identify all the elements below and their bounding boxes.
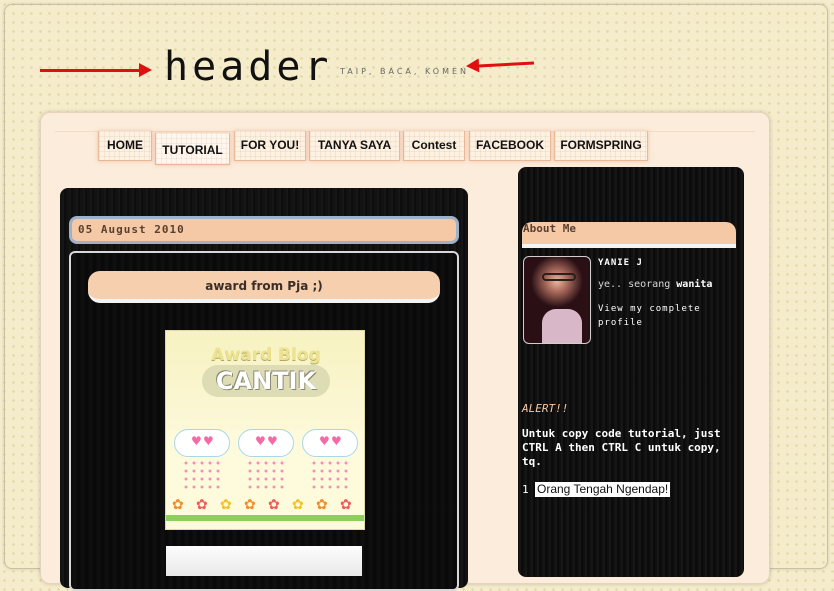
post-image-2[interactable] [166,546,362,576]
tab-formspring[interactable]: FORMSPRING [554,131,648,161]
tab-contest[interactable]: Contest [403,131,465,161]
flower-icon: ✿ [244,497,256,513]
cloud-heart-icon: ♥ ♥ [238,429,294,457]
cloud-heart-icon: ♥ ♥ [302,429,358,457]
blog-title[interactable]: header [164,44,333,90]
about-me-header: About Me [522,222,736,248]
profile-description: ye.. seorang wanita [598,279,712,290]
heart-rain [182,459,222,489]
heart-rain [310,459,350,489]
flower-icon: ✿ [292,497,304,513]
arrow-right-icon [40,63,152,77]
post-title[interactable]: award from Pja ;) [88,271,440,303]
copy-instructions: Untuk copy code tutorial, just CTRL A th… [522,427,721,468]
post-date-header: 05 August 2010 [69,216,459,244]
online-count: 1 [522,483,529,496]
flower-icon: ✿ [220,497,232,513]
profile-description-text: ye.. seorang [598,279,671,290]
tab-tutorial[interactable]: TUTORIAL [155,133,230,165]
flower-icon: ✿ [316,497,328,513]
avatar-glasses [542,273,576,281]
alert-text: ALERT!! [522,402,569,415]
flower-icon: ✿ [268,497,280,513]
flower-icon: ✿ [172,497,184,513]
tab-facebook[interactable]: FACEBOOK [469,131,551,161]
cloud-heart-icon: ♥ ♥ [174,429,230,457]
award-image[interactable]: Award Blog CANTIK ♥ ♥ ♥ ♥ ♥ ♥ ✿ ✿ ✿ ✿ ✿ ✿ ✿… [165,330,365,530]
flower-icon: ✿ [340,497,352,513]
online-label: Orang Tengah Ngendap! [535,482,671,497]
heart-rain [246,459,286,489]
blog-tagline: TAIP, BACA, KOMEN [340,67,470,76]
tab-home[interactable]: HOME [98,131,152,161]
flower-icon: ✿ [196,497,208,513]
award-image-line2: CANTIK [202,365,330,397]
view-profile-link[interactable]: View my complete profile [598,302,728,330]
profile-description-bold: wanita [676,279,713,290]
tab-for-you[interactable]: FOR YOU! [234,131,306,161]
avatar-shirt [542,309,582,343]
profile-name[interactable]: YANIE J [598,258,643,268]
award-image-line1: Award Blog [211,345,321,365]
grass-strip [166,515,364,521]
tab-tanya-saya[interactable]: TANYA SAYA [309,131,400,161]
avatar[interactable] [523,256,591,344]
